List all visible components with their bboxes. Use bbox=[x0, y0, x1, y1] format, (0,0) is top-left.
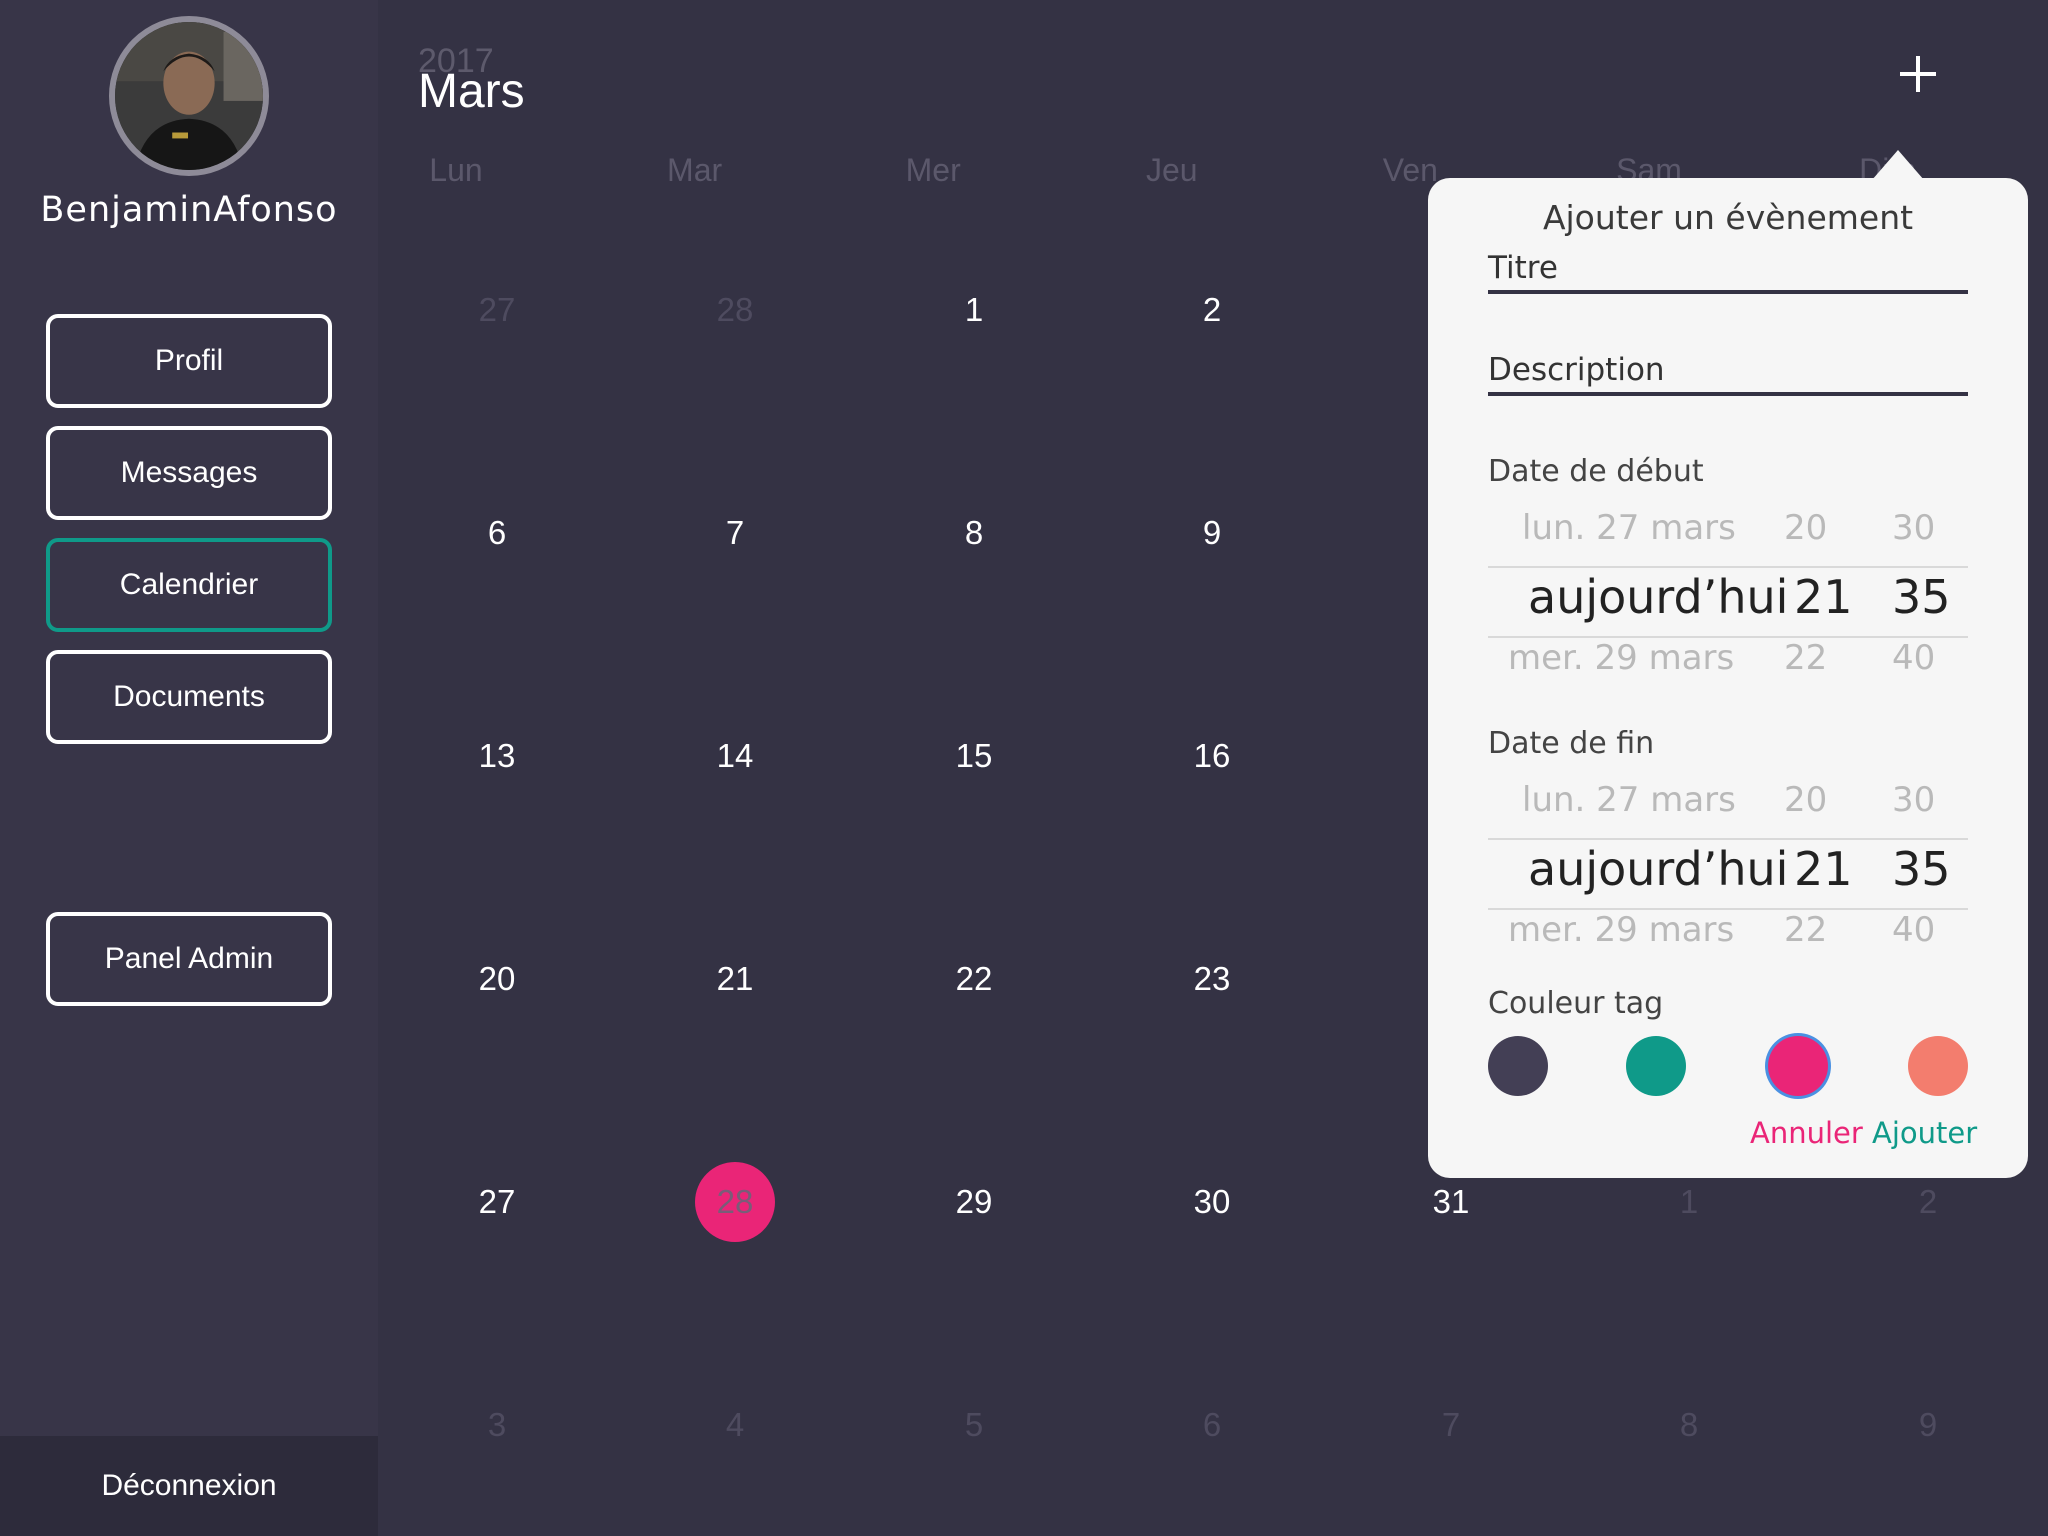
picker-date: lun. 27 mars bbox=[1522, 508, 1736, 548]
cancel-button[interactable]: Annuler bbox=[1750, 1116, 1863, 1150]
add-event-popover: Ajouter un évènement Titre Description D… bbox=[1428, 178, 2028, 1178]
calendar-day[interactable]: 28 bbox=[685, 280, 785, 340]
picker-minute: 30 bbox=[1892, 780, 1936, 820]
calendar-day[interactable]: 3 bbox=[447, 1395, 547, 1455]
calendar-day[interactable]: 13 bbox=[447, 726, 547, 786]
calendar-day[interactable]: 1 bbox=[1639, 1172, 1739, 1232]
calendar-day[interactable]: 21 bbox=[685, 949, 785, 1009]
picker-hour: 21 bbox=[1794, 842, 1853, 896]
popover-arrow bbox=[1872, 150, 1924, 180]
calendar-day[interactable]: 6 bbox=[447, 503, 547, 563]
picker-row-selected[interactable]: aujourd’hui 21 35 bbox=[1488, 842, 1968, 902]
calendar-day[interactable]: 31 bbox=[1401, 1172, 1501, 1232]
color-swatch-salmon[interactable] bbox=[1908, 1036, 1968, 1096]
picker-date: aujourd’hui bbox=[1528, 842, 1789, 896]
popover-title: Ajouter un évènement bbox=[1542, 198, 1914, 237]
nav-button-documents[interactable]: Documents bbox=[46, 650, 332, 744]
calendar-day[interactable]: 27 bbox=[447, 280, 547, 340]
calendar-day[interactable]: 7 bbox=[685, 503, 785, 563]
picker-date: mer. 29 mars bbox=[1508, 910, 1735, 950]
calendar-day[interactable]: 6 bbox=[1162, 1395, 1262, 1455]
picker-date: mer. 29 mars bbox=[1508, 638, 1735, 678]
picker-row-selected[interactable]: aujourd’hui 21 35 bbox=[1488, 570, 1968, 630]
calendar-day[interactable]: 8 bbox=[1639, 1395, 1739, 1455]
color-swatch-dark[interactable] bbox=[1488, 1036, 1548, 1096]
add-button[interactable]: Ajouter bbox=[1872, 1116, 1977, 1150]
calendar-day[interactable]: 30 bbox=[1162, 1172, 1262, 1232]
avatar[interactable] bbox=[109, 16, 269, 176]
picker-row-next[interactable]: mer. 29 mars 22 40 bbox=[1488, 638, 1968, 678]
picker-separator bbox=[1488, 566, 1968, 568]
calendar-month: Mars bbox=[418, 65, 525, 118]
color-swatch-teal[interactable] bbox=[1626, 1036, 1686, 1096]
picker-separator bbox=[1488, 838, 1968, 840]
nav-button-messages[interactable]: Messages bbox=[46, 426, 332, 520]
picker-row-next[interactable]: mer. 29 mars 22 40 bbox=[1488, 910, 1968, 950]
picker-minute: 35 bbox=[1892, 842, 1951, 896]
picker-minute: 35 bbox=[1892, 570, 1951, 624]
picker-hour: 20 bbox=[1784, 780, 1828, 820]
weekday-label: Mar bbox=[667, 152, 723, 188]
logout-button[interactable]: Déconnexion bbox=[0, 1436, 378, 1536]
picker-hour: 22 bbox=[1784, 638, 1828, 678]
picker-hour: 20 bbox=[1784, 508, 1828, 548]
add-event-plus-icon[interactable] bbox=[1896, 52, 1940, 96]
calendar-day[interactable]: 2 bbox=[1878, 1172, 1978, 1232]
sidebar: BenjaminAfonso Profil Messages Calendrie… bbox=[0, 0, 378, 1536]
title-field[interactable]: Titre bbox=[1488, 248, 1968, 294]
username: BenjaminAfonso bbox=[40, 190, 338, 230]
calendar-day[interactable]: 23 bbox=[1162, 949, 1262, 1009]
weekday-label: Lun bbox=[429, 152, 483, 188]
start-date-picker[interactable]: lun. 27 mars 20 30 aujourd’hui 21 35 mer… bbox=[1488, 508, 1968, 678]
picker-minute: 40 bbox=[1892, 910, 1936, 950]
description-field[interactable]: Description bbox=[1488, 350, 1968, 396]
picker-hour: 21 bbox=[1794, 570, 1853, 624]
picker-date: lun. 27 mars bbox=[1522, 780, 1736, 820]
picker-date: aujourd’hui bbox=[1528, 570, 1789, 624]
weekday-label: Mer bbox=[905, 152, 961, 188]
nav-button-calendrier[interactable]: Calendrier bbox=[46, 538, 332, 632]
avatar-photo bbox=[115, 22, 263, 170]
start-date-label: Date de début bbox=[1488, 454, 1704, 489]
end-date-picker[interactable]: lun. 27 mars 20 30 aujourd’hui 21 35 mer… bbox=[1488, 780, 1968, 950]
picker-hour: 22 bbox=[1784, 910, 1828, 950]
end-date-label: Date de fin bbox=[1488, 726, 1655, 761]
calendar-day-today[interactable]: 28 bbox=[695, 1162, 775, 1242]
calendar-day[interactable]: 20 bbox=[447, 949, 547, 1009]
picker-row-prev[interactable]: lun. 27 mars 20 30 bbox=[1488, 780, 1968, 840]
calendar-day[interactable]: 16 bbox=[1162, 726, 1262, 786]
calendar-day[interactable]: 9 bbox=[1162, 503, 1262, 563]
color-tag-label: Couleur tag bbox=[1488, 986, 1664, 1021]
calendar-day[interactable]: 2 bbox=[1162, 280, 1262, 340]
calendar-day[interactable]: 29 bbox=[924, 1172, 1024, 1232]
calendar-day[interactable]: 15 bbox=[924, 726, 1024, 786]
picker-minute: 30 bbox=[1892, 508, 1936, 548]
nav-button-profil[interactable]: Profil bbox=[46, 314, 332, 408]
calendar-day[interactable]: 4 bbox=[685, 1395, 785, 1455]
weekday-label: Jeu bbox=[1146, 152, 1198, 188]
calendar-day[interactable]: 7 bbox=[1401, 1395, 1501, 1455]
picker-minute: 40 bbox=[1892, 638, 1936, 678]
calendar-day[interactable]: 9 bbox=[1878, 1395, 1978, 1455]
picker-row-prev[interactable]: lun. 27 mars 20 30 bbox=[1488, 508, 1968, 568]
color-swatch-pink[interactable] bbox=[1768, 1036, 1828, 1096]
calendar-day[interactable]: 14 bbox=[685, 726, 785, 786]
calendar-day[interactable]: 27 bbox=[447, 1172, 547, 1232]
calendar-day[interactable]: 8 bbox=[924, 503, 1024, 563]
calendar-day[interactable]: 22 bbox=[924, 949, 1024, 1009]
calendar-day[interactable]: 5 bbox=[924, 1395, 1024, 1455]
nav-button-panel-admin[interactable]: Panel Admin bbox=[46, 912, 332, 1006]
calendar-day[interactable]: 1 bbox=[924, 280, 1024, 340]
